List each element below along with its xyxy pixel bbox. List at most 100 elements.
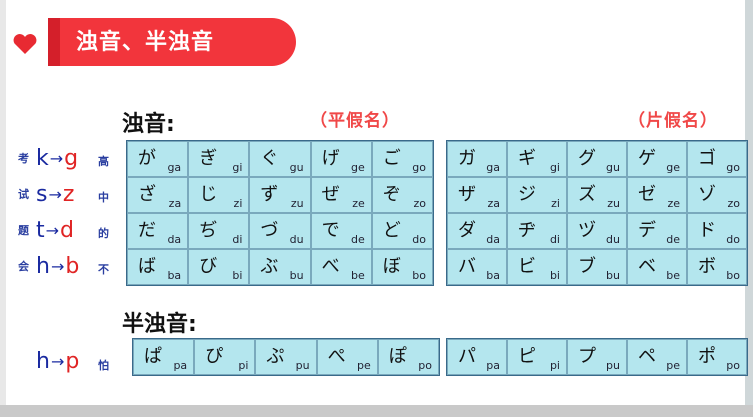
kana-cell: ズ zu — [567, 177, 627, 213]
rule-to: p — [65, 348, 80, 374]
kana-char: ぞ — [382, 184, 401, 205]
romaji: pa — [486, 359, 500, 372]
romaji: da — [486, 233, 500, 246]
romaji: de — [351, 233, 365, 246]
bottom-edge — [0, 405, 753, 417]
rule-from: k — [36, 145, 49, 171]
kana-char: ビ — [518, 256, 536, 277]
kana-char: づ — [260, 220, 279, 241]
romaji: bo — [412, 269, 426, 282]
romaji: du — [606, 233, 620, 246]
kana-cell: ザ za — [447, 177, 507, 213]
kana-cell: ド do — [687, 213, 747, 249]
romaji: ba — [167, 269, 182, 282]
kana-cell: プ pu — [567, 339, 627, 375]
romaji: du — [289, 233, 304, 246]
arrow-icon: → — [50, 256, 65, 276]
katakana-dakuon-table: ガ ga ギ gi グ gu ゲ ge ゴ go ザ za ジ zi ズ zu ゼ ze ゾ zo ダ da ヂ di ヅ du デ… — [446, 140, 748, 286]
romaji: di — [549, 233, 560, 246]
romaji: pu — [295, 359, 310, 372]
romaji: di — [232, 233, 243, 246]
kana-char: げ — [321, 148, 340, 169]
romaji: pe — [357, 359, 371, 372]
romaji: zu — [607, 197, 620, 210]
kana-char: ぱ — [144, 346, 162, 367]
rule-cn-mnemonic: 高 — [98, 155, 109, 168]
kana-cell: ば ba — [127, 249, 189, 285]
kana-char: ぷ — [266, 346, 285, 367]
romaji: ge — [666, 161, 680, 174]
handakuon-rule: h → p — [36, 348, 79, 374]
arrow-icon: → — [49, 148, 64, 168]
rule-cn-mnemonic: 的 — [98, 227, 109, 240]
kana-cell: ベ be — [627, 249, 687, 285]
arrow-icon: → — [48, 184, 62, 204]
rule-cn-mnemonic: 怕 — [98, 359, 109, 372]
rule-to: z — [62, 181, 75, 207]
hiragana-dakuon-table: が ga ぎ gi ぐ gu げ ge ご go ざ za じ zi ず zu ぜ ze ぞ zo だ da ぢ di づ du で… — [126, 140, 434, 286]
page-title: 浊音、半浊音 — [76, 30, 215, 55]
kana-char: ボ — [698, 256, 716, 277]
romaji: po — [418, 359, 432, 372]
rule-from: s — [36, 181, 48, 207]
kana-char: び — [199, 256, 218, 277]
romaji: de — [666, 233, 680, 246]
romaji: pi — [238, 359, 249, 372]
kana-char: ば — [138, 256, 156, 277]
kana-cell: ピ pi — [507, 339, 567, 375]
kana-char: ぺ — [327, 346, 346, 367]
kana-cell: だ da — [127, 213, 189, 249]
kana-cell: ヂ di — [507, 213, 567, 249]
romaji: zo — [727, 197, 740, 210]
kana-char: ゼ — [638, 184, 656, 205]
kana-char: ヂ — [518, 220, 536, 241]
romaji: be — [351, 269, 365, 282]
kana-char: べ — [321, 256, 340, 277]
kana-cell: づ du — [249, 213, 311, 249]
kana-cell: ぢ di — [188, 213, 250, 249]
romaji: da — [167, 233, 182, 246]
kana-char: ピ — [518, 346, 536, 367]
kana-cell: び bi — [188, 249, 250, 285]
kana-char: デ — [638, 220, 656, 241]
title-banner-tab — [48, 18, 60, 66]
romaji: bo — [726, 269, 740, 282]
arrow-icon: → — [50, 351, 65, 371]
kana-cell: ゴ go — [687, 141, 747, 177]
kana-cell: ポ po — [687, 339, 747, 375]
kana-char: ぐ — [260, 148, 279, 169]
katakana-label: （片假名） — [628, 111, 718, 131]
kana-char: ど — [382, 220, 401, 241]
romaji: za — [168, 197, 182, 210]
kana-cell: ブ bu — [567, 249, 627, 285]
romaji: zi — [233, 197, 243, 210]
rule-to: d — [60, 217, 75, 243]
kana-cell: ゼ ze — [627, 177, 687, 213]
kana-char: ダ — [458, 220, 476, 241]
romaji: zu — [290, 197, 304, 210]
kana-cell: バ ba — [447, 249, 507, 285]
kana-char: ペ — [638, 346, 656, 367]
kana-cell: げ ge — [310, 141, 372, 177]
kana-cell: ぱ pa — [133, 339, 195, 375]
rule-row: 题 t → d — [18, 217, 74, 243]
romaji: ze — [352, 197, 365, 210]
kana-char: で — [321, 220, 340, 241]
rule-to: g — [64, 145, 79, 171]
hiragana-handakuon-table: ぱ pa ぴ pi ぷ pu ぺ pe ぽ po — [132, 338, 440, 376]
romaji: do — [726, 233, 740, 246]
rule-from: h — [36, 253, 50, 279]
kana-cell: ざ za — [127, 177, 189, 213]
kana-char: ヅ — [578, 220, 596, 241]
romaji: za — [487, 197, 500, 210]
kana-cell: ゲ ge — [627, 141, 687, 177]
kana-cell: ぎ gi — [188, 141, 250, 177]
kana-cell: ぷ pu — [255, 339, 317, 375]
romaji: pe — [666, 359, 680, 372]
kana-char: ド — [698, 220, 716, 241]
kana-cell: ど do — [371, 213, 433, 249]
kana-cell: べ be — [310, 249, 372, 285]
romaji: bu — [289, 269, 304, 282]
kana-char: バ — [458, 256, 476, 277]
romaji: do — [412, 233, 426, 246]
